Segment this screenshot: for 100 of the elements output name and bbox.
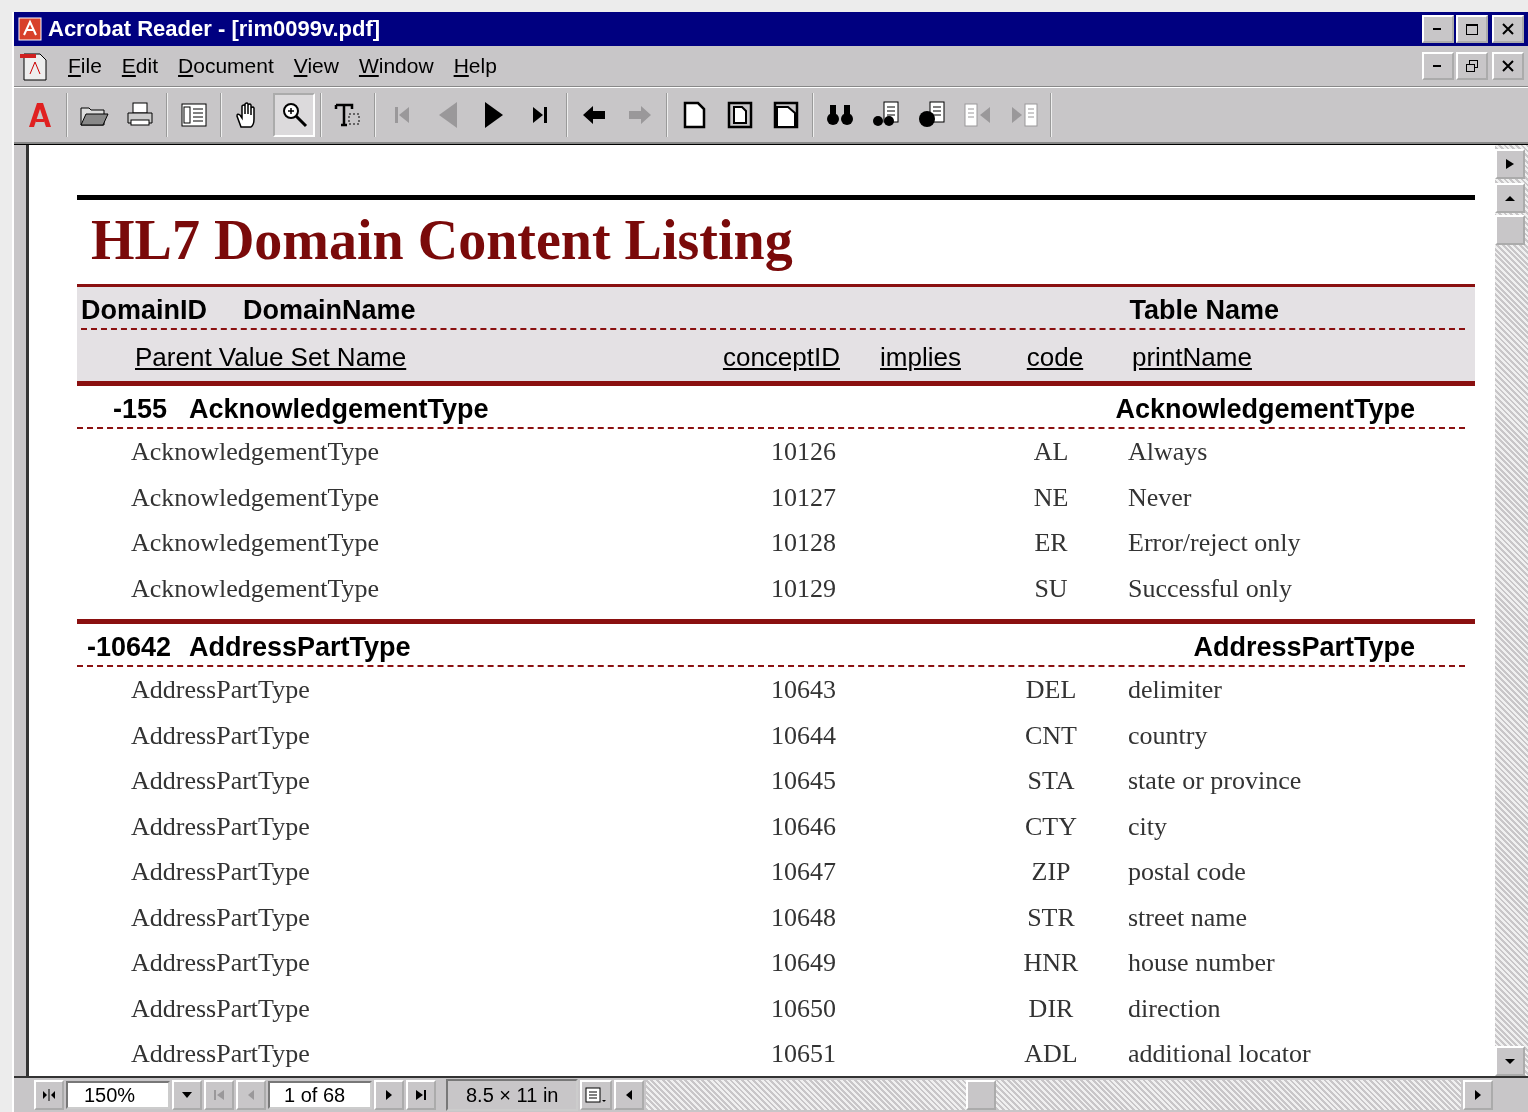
close-button[interactable] <box>1492 52 1524 80</box>
minimize-icon <box>1433 64 1443 68</box>
app-icon <box>18 17 42 41</box>
table-cell-text: 10126 <box>770 436 836 468</box>
previous-page-icon <box>247 1089 255 1101</box>
menu-item[interactable]: Window <box>350 54 442 78</box>
table-cell-text: 10650 <box>770 992 836 1025</box>
last-page-button[interactable] <box>406 1080 436 1110</box>
domain-name: AddressPartType <box>189 632 411 663</box>
zoom-dropdown-button[interactable] <box>172 1080 202 1110</box>
table-cell-text: street name <box>1127 901 1249 934</box>
table-cell-text: AcknowledgementType <box>131 481 380 514</box>
table-cell-text: AddressPartType <box>131 1038 311 1070</box>
scroll-right-button[interactable] <box>1463 1080 1493 1110</box>
close-icon <box>1501 22 1515 36</box>
scroll-down-button[interactable] <box>1495 1046 1525 1076</box>
table-cell-text: ZIP <box>1030 856 1072 888</box>
table-cell-text: AddressPartType <box>131 901 311 934</box>
minimize-icon <box>1433 27 1443 31</box>
page-layout-button[interactable] <box>580 1080 613 1110</box>
table-cell-text: 10128 <box>770 527 836 559</box>
zoom-field[interactable]: 150% <box>66 1081 170 1109</box>
close-button[interactable] <box>1492 15 1524 43</box>
menu-item[interactable]: Document <box>170 54 282 78</box>
triangle-down-icon <box>1505 1057 1515 1065</box>
table-cell-text: additional locator <box>1127 1038 1312 1070</box>
domain-name: AcknowledgementType <box>189 394 489 425</box>
table-cell-text: Error/reject only <box>1127 527 1302 559</box>
table-cell-text: Never <box>1127 481 1193 514</box>
table-cell-text: DEL <box>1024 674 1078 706</box>
column-header: Table Name <box>1129 295 1279 326</box>
table-cell-text: AddressPartType <box>131 674 311 706</box>
table-cell-text: 10129 <box>770 572 836 605</box>
table-cell-text: AcknowledgementType <box>131 436 380 468</box>
scroll-left-button[interactable] <box>614 1080 645 1110</box>
caret-icon <box>181 1091 193 1099</box>
split-handle[interactable] <box>34 1080 64 1110</box>
zoom-button[interactable] <box>273 93 315 137</box>
table-cell-text: 10648 <box>770 901 836 934</box>
menu-item[interactable]: File <box>60 54 110 78</box>
page-size-label: 8.5 × 11 in <box>446 1079 579 1111</box>
first-page-icon <box>213 1089 225 1101</box>
table-cell-text: house number <box>1127 947 1276 979</box>
table-cell-text: AddressPartType <box>131 947 311 979</box>
scrollbar-thumb[interactable] <box>1495 215 1525 245</box>
column-header: printName <box>1131 342 1253 373</box>
window-title: Acrobat Reader - [rim0099v.pdf] <box>48 16 381 42</box>
last-page-icon <box>415 1089 427 1101</box>
table-cell-text: AddressPartType <box>131 719 311 752</box>
document-title: HL7 Domain Content Listing <box>90 208 794 273</box>
table-cell-text: SU <box>1033 572 1069 605</box>
triangle-up-icon <box>1505 194 1515 202</box>
table-cell-text: STR <box>1026 901 1076 934</box>
document-icon[interactable] <box>18 50 50 82</box>
table-cell-text: 10646 <box>770 810 836 843</box>
menu-item[interactable]: View <box>285 54 347 78</box>
table-cell-text: DIR <box>1027 992 1075 1025</box>
table-cell-text: AcknowledgementType <box>131 572 380 605</box>
triangle-left-icon <box>625 1089 634 1101</box>
table-cell-text: AddressPartType <box>131 992 311 1025</box>
table-cell-text: 10127 <box>770 481 836 514</box>
table-cell-text: CNT <box>1024 719 1078 752</box>
menu-item[interactable]: Help <box>445 54 505 78</box>
table-cell-text: city <box>1127 810 1168 843</box>
table-cell-text: ADL <box>1023 1038 1079 1070</box>
table-cell-text: AL <box>1032 436 1070 468</box>
table-name: AddressPartType <box>1193 632 1415 663</box>
triangle-right-icon <box>1505 158 1515 170</box>
table-cell-text: STA <box>1026 765 1076 797</box>
table-cell-text: 10644 <box>770 719 836 752</box>
triangle-right-icon <box>1474 1089 1482 1101</box>
column-header: implies <box>879 342 962 373</box>
page-layout-icon <box>584 1086 609 1104</box>
next-page-icon <box>385 1089 393 1101</box>
table-cell-text: 10643 <box>770 674 836 706</box>
table-cell-text: 10649 <box>770 947 836 979</box>
split-icon <box>40 1088 58 1102</box>
scrollbar-thumb[interactable] <box>966 1080 997 1110</box>
table-cell-text: 10647 <box>770 856 836 888</box>
table-cell-text: Always <box>1127 436 1209 468</box>
table-cell-text: postal code <box>1127 856 1247 888</box>
restore-button[interactable] <box>1456 52 1488 80</box>
restore-icon <box>1465 59 1479 73</box>
table-cell-text: country <box>1127 719 1209 752</box>
next-page-button[interactable] <box>374 1080 404 1110</box>
maximize-button[interactable] <box>1456 15 1488 43</box>
column-header: DomainName <box>243 295 416 326</box>
table-cell-text: HNR <box>1022 947 1080 979</box>
table-cell-text: AddressPartType <box>131 765 311 797</box>
column-header: code <box>1025 342 1085 373</box>
table-cell-text: Successful only <box>1127 572 1293 605</box>
column-header: DomainID <box>81 295 208 326</box>
table-cell-text: AddressPartType <box>131 810 311 843</box>
menu-item[interactable]: Edit <box>113 54 167 78</box>
column-header: conceptID <box>721 342 840 373</box>
page-number-field[interactable]: 1 of 68 <box>268 1081 372 1109</box>
scroll-up-button[interactable] <box>1495 183 1525 213</box>
table-cell-text: CTY <box>1024 810 1078 843</box>
table-cell-text: AddressPartType <box>131 856 311 888</box>
panel-toggle-button[interactable] <box>1495 149 1525 179</box>
